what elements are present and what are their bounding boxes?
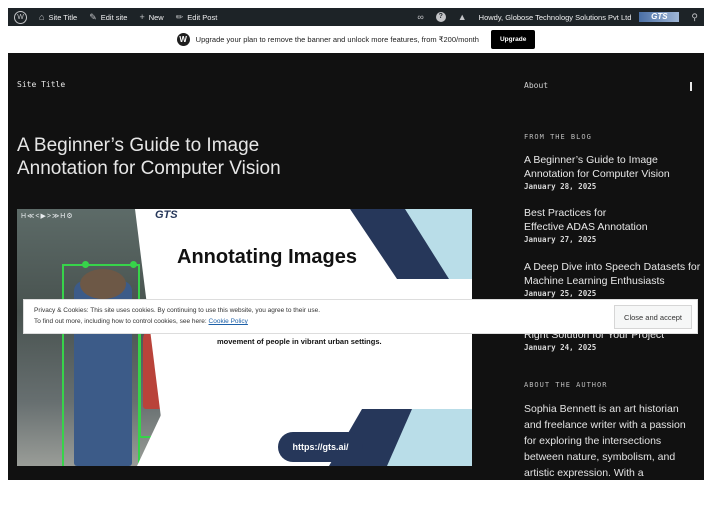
cookie-line-2: To find out more, including how to contr… — [34, 318, 207, 325]
site-title-menu[interactable]: ⌂ Site Title — [33, 8, 83, 26]
account-menu[interactable]: Howdy, Globose Technology Solutions Pvt … — [473, 8, 686, 26]
from-the-blog-heading: FROM THE BLOG — [524, 133, 592, 141]
notifications-icon: ▲ — [457, 11, 467, 22]
pencil-icon: ✏ — [175, 11, 184, 22]
plus-icon: + — [139, 11, 145, 22]
sidebar-post-title[interactable]: A Deep Dive into Speech Datasets for Mac… — [524, 260, 702, 288]
gts-badge: GTS — [155, 209, 178, 221]
search-icon: ⚲ — [691, 11, 698, 22]
new-label: New — [148, 12, 164, 22]
help-menu[interactable]: ? — [430, 8, 452, 26]
brush-icon: ✎ — [89, 11, 97, 22]
sidebar-post-title[interactable]: A Beginner’s Guide to Image Annotation f… — [524, 153, 702, 181]
search-menu[interactable]: ⚲ — [685, 8, 704, 26]
browser-viewport: W ⌂ Site Title ✎ Edit site + New ✏ Edit … — [8, 8, 704, 480]
close-and-accept-button[interactable]: Close and accept — [614, 305, 692, 329]
wordpress-menu[interactable]: W — [8, 8, 33, 26]
wordpress-logo-icon: W — [176, 33, 190, 46]
admin-bar: W ⌂ Site Title ✎ Edit site + New ✏ Edit … — [8, 8, 704, 26]
sidebar-post-date: January 27, 2025 — [524, 235, 597, 244]
notifications-menu[interactable]: ▲ — [452, 8, 473, 26]
url-pill: https://gts.ai/ — [278, 432, 363, 462]
sidebar-post[interactable]: A Deep Dive into Speech Datasets for Mac… — [524, 260, 702, 298]
menu-toggle-icon[interactable] — [690, 82, 692, 91]
cookie-policy-link[interactable]: Cookie Policy — [209, 318, 248, 325]
sidebar-post[interactable]: A Beginner’s Guide to Image Annotation f… — [524, 153, 702, 191]
wordpress-icon: W — [14, 10, 27, 24]
about-link[interactable]: About — [524, 81, 548, 90]
upgrade-banner-text: Upgrade your plan to remove the banner a… — [195, 35, 479, 44]
edit-site-menu[interactable]: ✎ Edit site — [83, 8, 133, 26]
image-heading: Annotating Images — [177, 246, 358, 268]
account-avatar: GTS — [639, 12, 680, 22]
cookie-line-1: Privacy & Cookies: This site uses cookie… — [34, 307, 321, 314]
cookie-banner: Privacy & Cookies: This site uses cookie… — [23, 299, 698, 334]
sidebar-post-date: January 28, 2025 — [524, 182, 597, 191]
sidebar-post-date: January 25, 2025 — [524, 289, 597, 298]
sidebar-post-title[interactable]: Best Practices for Effective ADAS Annota… — [524, 206, 649, 234]
author-bio: Sophia Bennett is an art historian and f… — [524, 403, 686, 479]
sidebar-post-date: January 24, 2025 — [524, 343, 597, 352]
help-icon: ? — [435, 12, 446, 22]
sidebar-post[interactable]: Best Practices for Effective ADAS Annota… — [524, 206, 702, 244]
edit-post-label: Edit Post — [187, 12, 218, 22]
edit-post-menu[interactable]: ✏ Edit Post — [170, 8, 224, 26]
upgrade-banner: W Upgrade your plan to remove the banner… — [8, 26, 704, 53]
upgrade-button[interactable]: Upgrade — [490, 30, 536, 49]
cookie-text: Privacy & Cookies: This site uses cookie… — [34, 305, 320, 327]
howdy-label: Howdy, Globose Technology Solutions Pvt … — [478, 12, 632, 22]
about-the-author-heading: ABOUT THE AUTHOR — [524, 381, 608, 389]
post-title: A Beginner’s Guide to Image Annotation f… — [17, 135, 281, 179]
edit-site-label: Edit site — [100, 12, 128, 22]
reader-icon: ∞ — [417, 11, 424, 22]
new-content-menu[interactable]: + New — [133, 8, 169, 26]
home-icon: ⌂ — [39, 11, 45, 22]
featured-image: H≪<▶>≫H⚙ GTS Annotating Images hustle an… — [17, 209, 472, 466]
reader-menu[interactable]: ∞ — [411, 8, 429, 26]
site-title[interactable]: Site Title — [17, 80, 65, 89]
site-title-label: Site Title — [48, 12, 78, 22]
